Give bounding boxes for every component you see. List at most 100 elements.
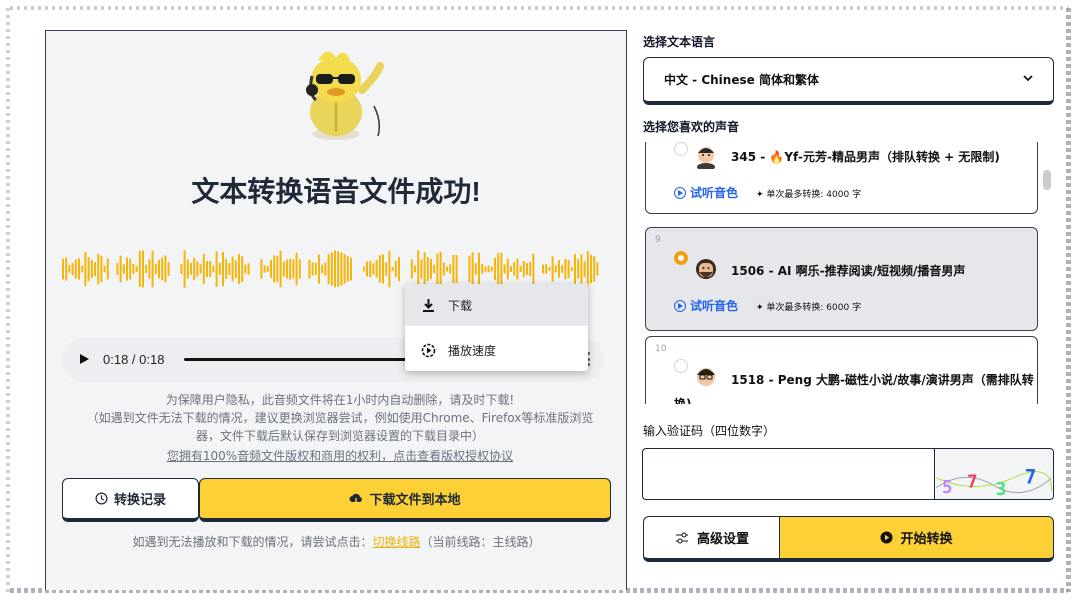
waveform-bar — [330, 252, 333, 286]
waveform-bar — [420, 259, 423, 279]
voice-card[interactable]: 10 1518 - Peng 大鹏-磁性小说/故事/演讲男声（需排队转 换) — [645, 336, 1038, 404]
waveform-bar — [196, 261, 199, 277]
waveform-bar — [327, 254, 330, 285]
menu-item-playback-speed[interactable]: 播放速度 — [405, 329, 588, 371]
waveform-bar — [378, 255, 381, 283]
waveform-bar — [369, 260, 372, 278]
waveform-bar — [122, 264, 125, 274]
waveform-bar — [231, 256, 234, 282]
voice-list[interactable]: 345 - 🔥Yf-元芳-精品男声（排队转换 + 无限制) 试听音色 ✦ 单次最… — [643, 142, 1054, 404]
waveform-bar — [484, 266, 487, 272]
waveform-bar — [167, 262, 170, 276]
hint-suffix: （当前线路：主线路） — [420, 535, 541, 549]
voice-radio[interactable] — [674, 142, 688, 156]
waveform-bar — [366, 261, 368, 277]
history-button-label: 转换记录 — [113, 493, 166, 508]
browser-notice-line2: 器，文件下载后默认保存到浏览器设置的下载目录中） — [195, 429, 484, 443]
waveform-bar — [449, 264, 452, 274]
waveform-bar — [311, 262, 314, 276]
cloud-download-icon — [349, 493, 363, 505]
waveform-bar — [548, 267, 551, 271]
waveform-bar — [78, 258, 80, 280]
waveform-bar — [471, 252, 474, 286]
waveform-bar — [417, 250, 420, 288]
waveform-bar — [158, 259, 160, 279]
player-options-menu: 下载 播放速度 — [405, 284, 588, 371]
waveform-bar — [385, 262, 388, 276]
waveform-bar — [439, 251, 442, 287]
waveform-bar — [490, 266, 493, 272]
waveform-bar — [586, 251, 589, 287]
waveform-bar — [273, 255, 276, 283]
waveform-bar — [263, 265, 266, 273]
waveform-bar — [202, 253, 205, 285]
waveform-bar — [225, 259, 228, 279]
waveform-bar — [65, 257, 68, 281]
voice-card[interactable]: 345 - 🔥Yf-元芳-精品男声（排队转换 + 无限制) 试听音色 ✦ 单次最… — [645, 142, 1038, 214]
hint-prefix: 如遇到无法播放和下载的情况，请尝试点击： — [132, 535, 373, 549]
waveform-bar — [292, 259, 295, 279]
waveform-bar — [308, 259, 311, 279]
voice-card-selected[interactable]: 9 1506 - AI 啊乐-推荐阅读/短视频/播音男声 试听音色 ✦ 单次最多… — [645, 227, 1038, 331]
waveform-bar — [186, 259, 189, 279]
waveform-bar — [551, 256, 554, 282]
voice-radio[interactable] — [674, 359, 688, 373]
waveform-bar — [212, 265, 215, 273]
waveform-bar — [583, 261, 586, 277]
waveform-bar — [362, 266, 365, 272]
playback-progress-bar[interactable] — [184, 358, 406, 361]
waveform-bar — [126, 257, 128, 281]
waveform-bar — [513, 262, 516, 276]
waveform-bar — [74, 259, 77, 279]
waveform-bar — [84, 252, 87, 286]
voice-limit: ✦ 单次最多转换: 6000 字 — [756, 300, 861, 313]
captcha-image[interactable]: 5 7 3 7 — [934, 448, 1054, 500]
waveform-bar — [580, 254, 583, 284]
listen-button-label: 试听音色 — [690, 186, 739, 200]
waveform-bar — [279, 250, 282, 288]
waveform-bar — [567, 260, 570, 279]
voice-radio-selected[interactable] — [674, 251, 688, 265]
download-file-button-label: 下载文件到本地 — [369, 493, 461, 508]
avatar-icon — [696, 259, 716, 279]
history-button[interactable]: 转换记录 — [62, 478, 199, 522]
waveform-bar — [241, 255, 244, 283]
captcha-input[interactable] — [642, 448, 934, 500]
waveform-bar — [388, 250, 391, 288]
waveform-bar — [298, 259, 301, 279]
waveform-bar — [180, 264, 183, 274]
listen-button[interactable]: 试听音色 — [674, 297, 738, 314]
waveform-bar — [452, 255, 455, 283]
waveform-bar — [206, 261, 208, 277]
waveform-bar — [119, 255, 122, 283]
license-link[interactable]: 您拥有100%音频文件版权和商用的权利，点击查看版权授权协议 — [70, 447, 610, 465]
waveform-bar — [94, 262, 96, 276]
advanced-settings-label: 高级设置 — [696, 532, 749, 547]
download-file-button[interactable]: 下载文件到本地 — [199, 478, 611, 522]
waveform-bar — [545, 264, 548, 274]
waveform-bar — [282, 261, 285, 277]
torn-edge-right — [1066, 8, 1071, 592]
menu-item-download[interactable]: 下载 — [405, 284, 588, 326]
switch-line-link[interactable]: 切换线路 — [372, 535, 420, 549]
language-selected-value: 中文 - Chinese 简体和繁体 — [664, 73, 819, 87]
waveform-bar — [218, 262, 221, 275]
language-select[interactable]: 中文 - Chinese 简体和繁体 — [643, 57, 1054, 105]
waveform-bar — [516, 258, 519, 280]
listen-button[interactable]: 试听音色 — [674, 184, 738, 201]
captcha-label: 输入验证码（四位数字） — [643, 424, 776, 438]
advanced-settings-button[interactable]: 高级设置 — [643, 516, 780, 562]
waveform-bar — [414, 265, 416, 273]
torn-edge-top — [10, 6, 1068, 10]
waveform-bar — [154, 263, 157, 275]
voice-list-scrollbar[interactable] — [1043, 170, 1051, 190]
start-conversion-button[interactable]: 开始转换 — [779, 516, 1054, 562]
waveform-bar — [62, 258, 64, 280]
privacy-notice: 为保障用户隐私，此音频文件将在1小时内自动删除，请及时下载! — [165, 393, 515, 407]
play-icon[interactable] — [80, 354, 89, 364]
waveform-bar — [334, 250, 336, 288]
waveform-bar — [145, 264, 148, 273]
waveform-bar — [321, 264, 324, 274]
waveform-bar — [446, 266, 448, 272]
waveform-bar — [468, 255, 471, 283]
